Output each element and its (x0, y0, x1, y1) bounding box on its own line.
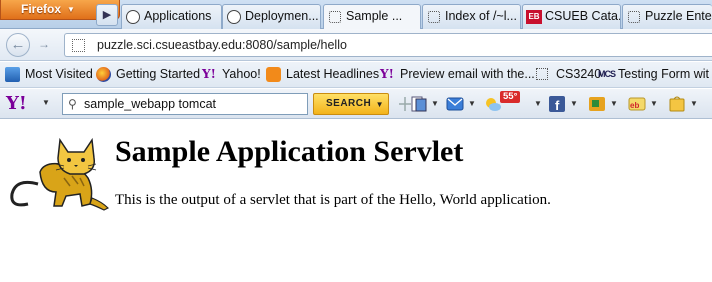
chevron-down-icon[interactable]: ▼ (468, 99, 476, 108)
tab-csueb[interactable]: EB CSUEB Cata... (522, 4, 621, 29)
chevron-down-icon: ▼ (67, 5, 75, 14)
firefox-menu-label: Firefox (21, 2, 62, 16)
tomcat-icon (227, 10, 241, 24)
bookmark-label: Preview email with the... (400, 67, 535, 81)
rss-icon (266, 67, 281, 82)
bookmark-testing-form[interactable]: MCS Testing Form wit (598, 67, 709, 81)
chevron-down-icon[interactable]: ▼ (431, 99, 439, 108)
svg-text:f: f (555, 98, 560, 113)
bookmark-getting-started[interactable]: Getting Started (96, 67, 201, 82)
bookmark-label: Latest Headlines (286, 67, 380, 81)
tab-label: Applications (144, 9, 212, 23)
svg-text:eb: eb (630, 101, 639, 110)
forward-button[interactable]: → (34, 35, 54, 55)
chevron-down-icon: ▼ (375, 100, 384, 109)
blank-page-icon (329, 11, 341, 23)
bookmark-preview-email[interactable]: Y! Preview email with the... (380, 67, 535, 81)
bookmark-label: Testing Form wit (618, 67, 709, 81)
yahoo-search-button[interactable]: SEARCH ▼ (313, 93, 389, 115)
yahoo-search-input[interactable] (84, 96, 304, 112)
mcs-icon: MCS (598, 69, 616, 79)
games-icon[interactable] (588, 95, 606, 113)
bookmark-most-visited[interactable]: Most Visited (5, 67, 93, 82)
bookmark-label: Getting Started (116, 67, 201, 81)
tab-strip: Firefox ▼ ▶ Applications Deploymen... Sam… (0, 0, 712, 30)
search-icon: ⚲ (68, 97, 77, 111)
bookmark-yahoo[interactable]: Y! Yahoo! (202, 67, 261, 81)
chevron-down-icon[interactable]: ▼ (570, 99, 578, 108)
tab-list-button[interactable]: ▶ (96, 4, 118, 26)
chevron-down-icon[interactable]: ▼ (690, 99, 698, 108)
url-text: puzzle.sci.csueastbay.edu:8080/sample/he… (97, 38, 347, 52)
bookmark-label: Yahoo! (222, 67, 261, 81)
yahoo-toolbar: Y! ▼ ⚲ SEARCH ▼ ▼ ▼ 55° ▼ f ▼ ▼ eb ▼ (0, 89, 712, 119)
tab-index[interactable]: Index of /~l... (422, 4, 521, 29)
tab-sample[interactable]: Sample ... (323, 4, 421, 30)
mail-icon[interactable] (446, 95, 464, 113)
site-identity-icon[interactable] (72, 39, 85, 52)
blank-page-icon (428, 11, 440, 23)
firefox-icon (96, 67, 111, 82)
page-content: Sample Application Servlet This is the o… (0, 120, 712, 282)
shopping-icon[interactable] (668, 95, 686, 113)
chevron-down-icon[interactable]: ▼ (534, 99, 542, 108)
chevron-down-icon[interactable]: ▼ (610, 99, 618, 108)
yahoo-icon: Y! (380, 67, 394, 81)
yahoo-logo[interactable]: Y! (6, 93, 27, 114)
yahoo-icon: Y! (202, 67, 216, 81)
ebay-icon[interactable]: eb (628, 95, 646, 113)
bookmark-latest-headlines[interactable]: Latest Headlines (266, 67, 380, 82)
bookmark-cs3240[interactable]: CS3240 (536, 67, 601, 81)
chevron-right-icon: ▶ (102, 9, 112, 21)
tab-deployment[interactable]: Deploymen... (222, 4, 321, 29)
tomcat-logo-icon (10, 137, 110, 211)
bookmarks-toolbar: Most Visited Getting Started Y! Yahoo! L… (0, 62, 712, 88)
eb-icon: EB (526, 10, 542, 24)
address-bar[interactable]: puzzle.sci.csueastbay.edu:8080/sample/he… (64, 33, 712, 57)
weather-temperature-badge: 55° (500, 91, 521, 103)
tab-label: Index of /~l... (445, 9, 517, 23)
tab-label: CSUEB Cata... (545, 9, 621, 23)
arrow-right-icon: → (38, 37, 50, 51)
page-title: Sample Application Servlet (115, 135, 464, 168)
blank-page-icon (536, 68, 548, 80)
chevron-down-icon[interactable]: ▼ (42, 98, 50, 107)
bookmarks-icon[interactable] (410, 95, 428, 113)
arrow-left-icon: ← (10, 36, 26, 53)
blank-page-icon (628, 11, 640, 23)
tab-applications[interactable]: Applications (121, 4, 222, 29)
tab-label: Sample ... (346, 9, 403, 23)
tab-label: Puzzle Enter... (645, 9, 712, 23)
back-button[interactable]: ← (6, 33, 30, 57)
search-button-label: SEARCH (326, 98, 372, 109)
tab-label: Deploymen... (245, 9, 319, 23)
yahoo-search-box: ⚲ (62, 93, 308, 115)
facebook-icon[interactable]: f (548, 95, 566, 113)
tomcat-icon (126, 10, 140, 24)
page-body-text: This is the output of a servlet that is … (115, 192, 551, 208)
chevron-down-icon[interactable]: ▼ (650, 99, 658, 108)
bookmark-label: Most Visited (25, 67, 93, 81)
navigation-bar: ← → puzzle.sci.csueastbay.edu:8080/sampl… (0, 29, 712, 61)
bookmarks-icon (5, 67, 20, 82)
bookmark-label: CS3240 (556, 67, 602, 81)
tab-puzzle[interactable]: Puzzle Enter... (622, 4, 712, 29)
